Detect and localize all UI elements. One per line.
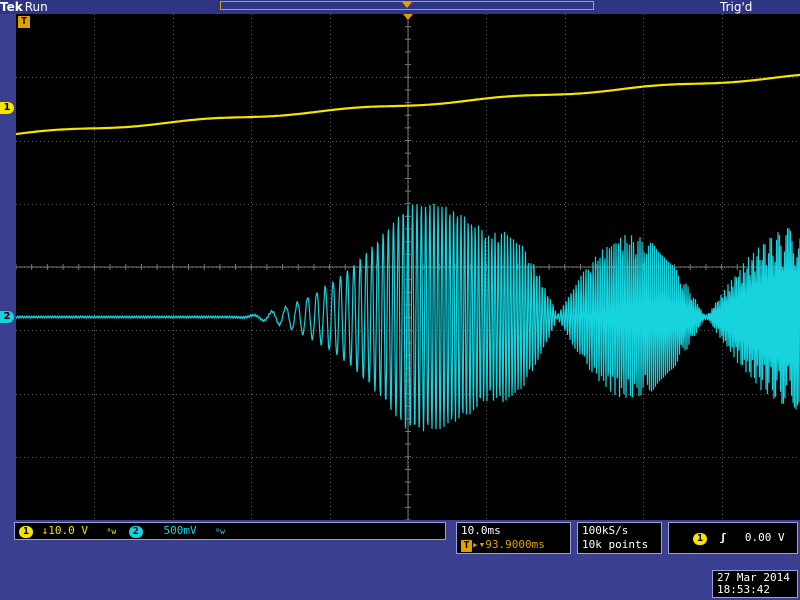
trigger-level[interactable]: 0.00 V — [745, 531, 785, 544]
waveform-display[interactable]: T — [16, 14, 800, 520]
ch2-bandwidth-icon: ᴮw — [215, 527, 225, 536]
ch1-scale[interactable]: ↓10.0 V — [42, 524, 88, 537]
acquisition-readout-box[interactable]: 100kS/s 10k points — [577, 522, 662, 554]
graticule-grid — [16, 14, 800, 520]
brand-text: Tek — [0, 0, 23, 14]
record-length: 10k points — [582, 538, 649, 551]
ch1-badge[interactable]: 1 — [19, 526, 33, 538]
ch2-offset-marker[interactable]: 2 — [0, 311, 14, 323]
channel-readout-box[interactable]: 1 ↓10.0 V ᴮw 2 500mV ᴮw — [14, 522, 446, 540]
horizontal-position[interactable]: ▸▾93.9000ms — [472, 538, 545, 551]
trigger-time-icon: T — [461, 540, 472, 552]
ch1-bandwidth-icon: ᴮw — [106, 527, 117, 536]
horizontal-scale[interactable]: 10.0ms — [461, 524, 566, 538]
waveform-graticule — [16, 14, 800, 520]
ch1-offset-marker[interactable]: 1 — [0, 102, 14, 114]
brand-logo: Tek Run — [0, 0, 48, 14]
trigger-status: Trig'd — [720, 0, 753, 14]
time-text: 18:53:42 — [717, 583, 770, 596]
trigger-marker-icon: T — [18, 16, 30, 28]
trigger-source-badge[interactable]: 1 — [693, 533, 707, 545]
sample-rate: 100kS/s — [582, 524, 629, 537]
record-center-marker-icon — [402, 2, 412, 8]
trigger-readout-box[interactable]: 1 ʃ 0.00 V — [668, 522, 798, 554]
rising-edge-icon: ʃ — [719, 531, 727, 544]
top-status-bar: Tek Run Trig'd — [0, 0, 800, 14]
acquisition-state: Run — [24, 0, 48, 14]
timebase-readout-box[interactable]: 10.0ms T ▸▾93.9000ms — [456, 522, 571, 554]
date-time-readout: 27 Mar 2014 18:53:42 — [712, 570, 798, 598]
ch2-scale[interactable]: 500mV — [164, 524, 197, 537]
ch2-badge[interactable]: 2 — [128, 526, 143, 538]
trigger-point-icon — [403, 14, 413, 20]
